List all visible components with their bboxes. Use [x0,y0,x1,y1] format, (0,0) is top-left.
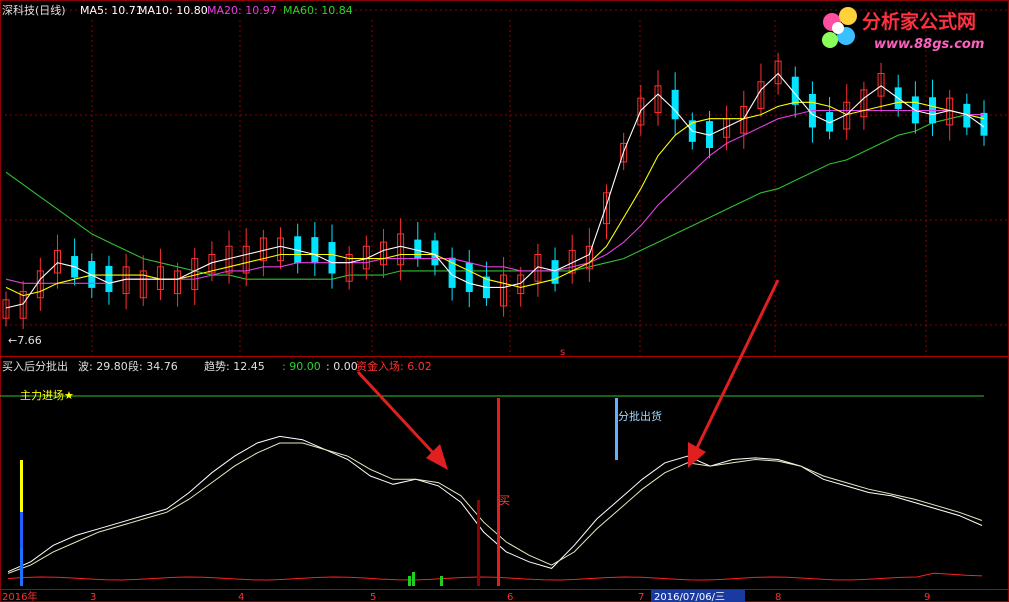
sell-signal-label: 分批出货 [618,409,662,423]
ma20-value: MA20: 10.97 [207,4,277,17]
candle-body [465,262,473,293]
x-tick: 8 [775,592,781,602]
candle-body [431,240,439,266]
x-tick: 2016年 [2,590,37,602]
buy-bar [497,398,500,586]
red-arrow-left [356,370,448,470]
buy-signal-label: 买 [499,494,510,507]
v1-value: : 90.00 [282,360,321,373]
signal-bar-blue [20,512,23,548]
ma10-value: MA10: 10.80 [138,4,208,17]
ma60-line [5,114,985,280]
logo-main-text: 分析家公式网 [862,10,976,33]
candle-body [328,242,336,274]
kd-lines [7,435,983,574]
ma60-value: MA60: 10.84 [283,4,353,17]
red-arrow-right [688,279,780,468]
candle-body [671,89,679,120]
candle-body [980,112,988,136]
x-tick-date: 2016/07/06/三 [654,592,725,602]
green-bar [440,576,443,586]
site-logo: 分析家公式网 www.88gs.com [822,7,984,52]
ma-series-MA60 [5,114,985,280]
logo-url-text: www.88gs.com [874,37,984,52]
seg-value: 段: 34.76 [128,359,178,373]
wave-value: 波: 29.80 [78,360,128,373]
sell-bar [615,398,618,460]
price-grid [0,9,1009,356]
ma-series-MA5 [5,72,985,309]
x-axis: 2016年 3 4 5 6 7 2016/07/06/三 8 9 [2,590,930,602]
x-tick: 6 [507,592,513,602]
x-tick: 9 [924,592,930,602]
stock-title: 深科技(日线) [2,3,66,17]
x-tick: 5 [370,592,376,602]
ma-series-MA20 [5,109,984,284]
x-tick: 7 [638,592,644,602]
buy-bar-dark [477,500,480,586]
chart-frame [0,0,1009,602]
fund-series [7,572,983,581]
ma5-line [5,72,985,309]
low-price-label: ←7.66 [8,334,42,347]
trend-value: 趋势: 12.45 [204,360,265,373]
signal-bar-yellow [20,460,23,512]
fund-value: 资金入场: 6.02 [356,359,432,373]
signal-bar-blue [20,548,23,586]
v2-value: : 0.00 [326,360,358,373]
ma5-value: MA5: 10.71 [80,4,143,17]
green-bar [408,576,411,586]
x-tick: 3 [90,592,96,602]
green-bar [412,572,415,586]
kd-series-K [7,435,983,573]
kd-series-D [7,442,983,574]
signal-bars [20,398,618,586]
x-tick: 4 [238,592,244,602]
stock-chart-canvas[interactable]: 分析家公式网 www.88gs.com 深科技(日线) MA5: 10.71 M… [0,0,1009,602]
fund-line [7,572,983,581]
main-force-label: 主力进场★ [20,388,74,402]
candle-body [105,265,113,293]
s-marker: s [560,347,565,358]
indicator-name: 买入后分批出 [2,359,68,373]
candle-body [311,237,319,264]
ma20-line [5,109,984,284]
